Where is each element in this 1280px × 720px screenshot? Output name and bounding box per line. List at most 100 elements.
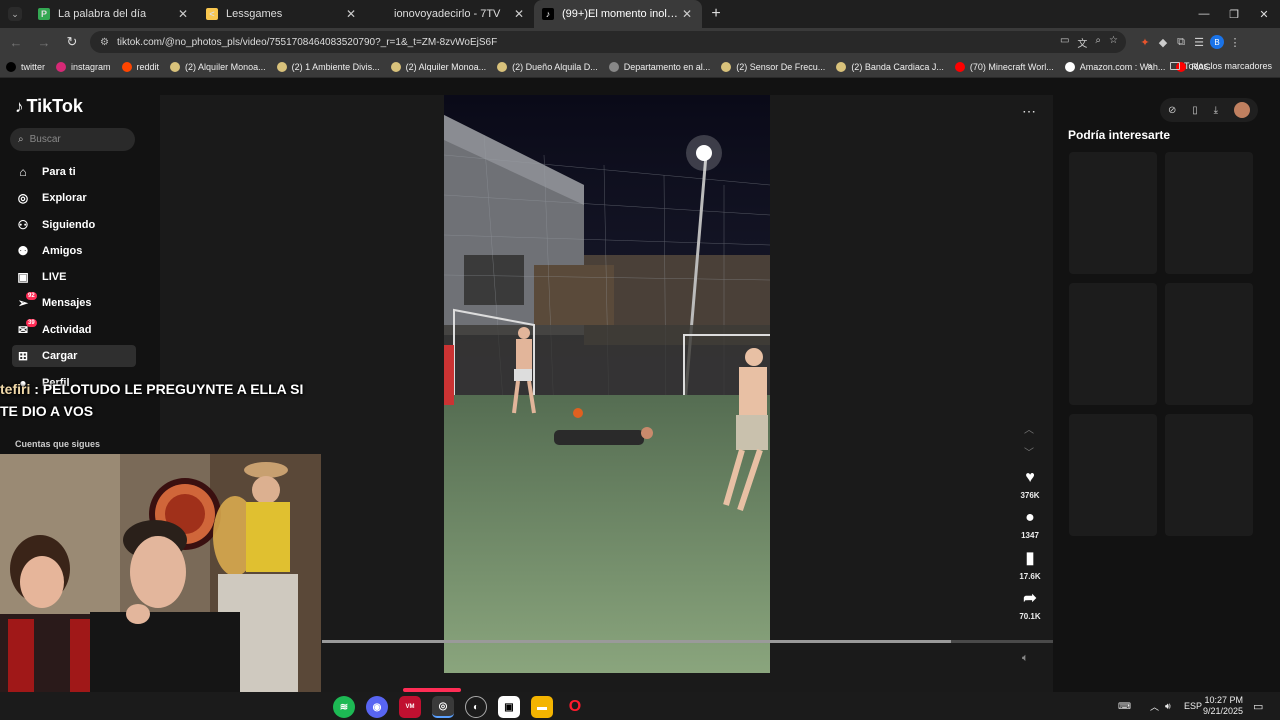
bookmark-item[interactable]: twitter [6, 61, 45, 72]
video-progress-fill [322, 640, 951, 643]
translate-icon[interactable]: 文 [1077, 35, 1087, 50]
tray-chevron-up-icon[interactable]: ︿ [1150, 692, 1159, 720]
bookmark-item[interactable]: (2) Alquiler Monoa... [390, 61, 486, 72]
reload-button[interactable]: ↻ [60, 30, 84, 54]
tiktok-logo[interactable]: ♪ TikTok [15, 96, 83, 117]
previous-video-chevron-up-icon[interactable]: ︿ [1024, 421, 1034, 436]
comment-count: 1347 [1021, 531, 1039, 540]
cast-icon[interactable]: ▭ [1060, 35, 1069, 50]
recommended-card[interactable] [1069, 283, 1157, 405]
sidebar-item-explorar[interactable]: ◎ Explorar [12, 187, 136, 209]
bookmark-item[interactable]: (2) 1 Ambiente Divis... [276, 61, 380, 72]
extension-icon[interactable]: ✦ [1136, 33, 1154, 51]
video-frame[interactable] [444, 95, 770, 673]
new-tab-button[interactable]: + [702, 5, 730, 23]
coins-icon[interactable]: ⊘ [1168, 105, 1176, 116]
file-explorer-icon[interactable]: ▬ [531, 696, 553, 718]
language-text: ESP [1184, 701, 1203, 711]
recommended-card[interactable] [1165, 152, 1253, 274]
bookmark-star-icon[interactable]: ☆ [1109, 35, 1118, 50]
back-button[interactable]: ← [4, 30, 28, 54]
recommended-card[interactable] [1069, 414, 1157, 536]
share-button[interactable]: ➦ 70.1K [1015, 588, 1045, 621]
tab-close-icon[interactable]: ✕ [512, 7, 526, 21]
sidebar-item-live[interactable]: ▣ LIVE [12, 266, 136, 288]
comment-button[interactable]: ● 1347 [1015, 509, 1045, 540]
more-options-icon[interactable]: ⋯ [1022, 103, 1036, 120]
zoom-icon[interactable]: ⌕ [1095, 35, 1101, 50]
extension-2-icon[interactable]: ◆ [1154, 33, 1172, 51]
clock[interactable]: 10:27 PM 9/21/2025 [1203, 692, 1243, 720]
bookmark-item[interactable]: Departamento en al... [608, 61, 711, 72]
volume-tray-icon[interactable]: 🔊︎ [1165, 692, 1171, 720]
tab-close-icon[interactable]: ✕ [344, 7, 358, 21]
browser-tab[interactable]: < Lessgames ✕ [198, 0, 366, 28]
sidebar-item-para ti[interactable]: ⌂ Para ti [12, 161, 136, 183]
recommended-card[interactable] [1165, 414, 1253, 536]
obs-icon[interactable]: ◐ [465, 696, 487, 718]
bookmark-item[interactable]: (2) Alquiler Monoa... [170, 61, 266, 72]
bookmark-label: Departamento en al... [623, 61, 711, 72]
sidebar-item-actividad[interactable]: ✉ 39 Actividad [12, 319, 136, 341]
spotify-icon[interactable]: ≋ [333, 696, 355, 718]
opera-gx-icon[interactable]: O [564, 696, 586, 718]
following-heading: Cuentas que sigues [15, 439, 101, 449]
app-icon[interactable]: ▣ [498, 696, 520, 718]
browser-toolbar: ← → ↻ ⚙ tiktok.com/@no_photos_pls/video/… [0, 28, 1280, 56]
media-control-icon[interactable]: ☰ [1190, 33, 1208, 51]
bookmark-item[interactable]: (70) Minecraft Worl... [954, 61, 1054, 72]
next-video-chevron-down-icon[interactable]: ﹀ [1024, 444, 1034, 459]
following-icon: ⚇ [17, 218, 29, 232]
bookmark-item[interactable]: (2) Sensor De Frecu... [721, 61, 825, 72]
comment-icon: ● [1025, 509, 1035, 526]
recommended-card[interactable] [1165, 283, 1253, 405]
sidebar-item-siguiendo[interactable]: ⚇ Siguiendo [12, 214, 136, 236]
device-icon[interactable]: ▯ [1192, 105, 1198, 116]
chrome-icon[interactable]: ◎ [432, 696, 454, 718]
video-scene [444, 95, 770, 673]
voicemeeter-icon[interactable]: VM [399, 696, 421, 718]
all-bookmarks-button[interactable]: Todos los marcadores [1169, 61, 1272, 71]
like-button[interactable]: ♥ 376K [1015, 469, 1045, 500]
address-bar[interactable]: ⚙ tiktok.com/@no_photos_pls/video/755170… [90, 31, 1126, 53]
browser-tab[interactable]: ionovoyadecirlo - 7TV ✕ [366, 0, 534, 28]
browser-menu-icon[interactable]: ⋮ [1226, 33, 1244, 51]
user-avatar[interactable] [1234, 102, 1250, 118]
like-icon: ♥ [1025, 469, 1035, 486]
recommended-card[interactable] [1069, 152, 1157, 274]
profile-avatar[interactable]: B [1208, 33, 1226, 51]
forward-button[interactable]: → [32, 30, 56, 54]
keyboard-icon[interactable]: ⌨ [1118, 692, 1131, 720]
video-progress-track[interactable] [322, 640, 1053, 643]
extensions-puzzle-icon[interactable]: ⧉ [1172, 33, 1190, 51]
bookmark-item[interactable]: reddit [121, 61, 159, 72]
save-button[interactable]: ▮ 17.6K [1015, 548, 1045, 581]
language-indicator[interactable]: ESP [1184, 692, 1202, 720]
restore-button[interactable]: ❐ [1218, 0, 1250, 28]
sidebar-item-mensajes[interactable]: ➢ 92 Mensajes [12, 292, 136, 314]
bookmark-favicon-icon [170, 61, 181, 72]
bookmarks-overflow-icon[interactable]: » [1147, 60, 1152, 70]
close-window-button[interactable]: ✕ [1248, 0, 1280, 28]
minimize-button[interactable]: — [1188, 0, 1220, 28]
bookmark-item[interactable]: (2) Banda Cardiaca J... [836, 61, 944, 72]
browser-tab[interactable]: ♪ (99+)El momento inolvidable e✕ [534, 0, 702, 28]
tab-close-icon[interactable]: ✕ [680, 7, 694, 21]
search-input[interactable]: ⌕ Buscar [10, 128, 135, 151]
bookmark-item[interactable]: (2) Dueño Alquila D... [497, 61, 598, 72]
download-icon[interactable]: ⤓ [1214, 105, 1218, 116]
site-info-icon[interactable]: ⚙ [100, 37, 109, 48]
volume-icon[interactable]: 🔈︎ [1022, 652, 1029, 665]
notifications-icon[interactable]: ▭ [1253, 692, 1263, 720]
discord-icon[interactable]: ◉ [366, 696, 388, 718]
streamer-webcam [0, 454, 321, 692]
tab-list: P La palabra del día ✕ < Lessgames ✕ ionovoyad… [30, 0, 702, 28]
tab-close-icon[interactable]: ✕ [176, 7, 190, 21]
home-icon: ⌂ [19, 165, 27, 179]
sidebar-item-cargar[interactable]: ⊞ Cargar [12, 345, 136, 367]
share-icon: ➦ [1023, 590, 1037, 607]
tab-search-chevron-icon[interactable]: ⌄ [8, 7, 22, 21]
bookmark-item[interactable]: instagram [56, 61, 111, 72]
sidebar-item-amigos[interactable]: ⚉ Amigos [12, 240, 136, 262]
browser-tab[interactable]: P La palabra del día ✕ [30, 0, 198, 28]
